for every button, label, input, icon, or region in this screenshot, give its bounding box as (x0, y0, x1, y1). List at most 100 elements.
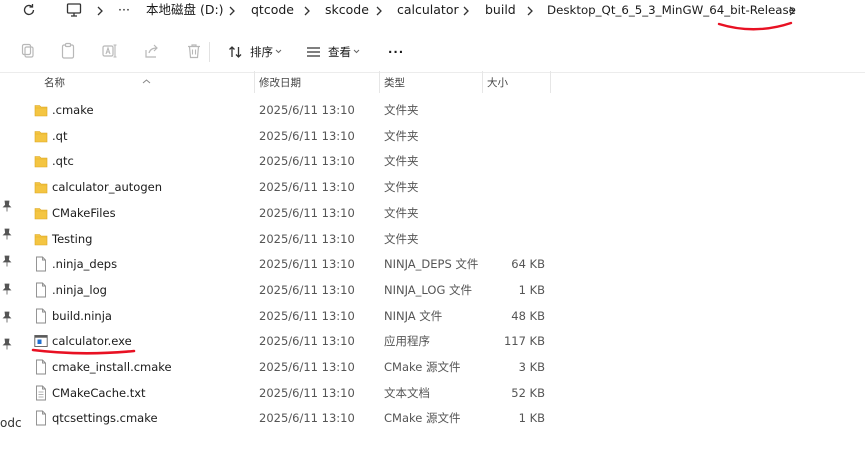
file-name: cmake_install.cmake (52, 360, 172, 374)
chevron-down-icon (275, 49, 282, 54)
red-annotation-underline (717, 21, 793, 31)
file-type: 文件夹 (384, 128, 419, 143)
file-modified-date: 2025/6/11 13:10 (259, 308, 355, 323)
file-row[interactable]: .qtc 2025/6/11 13:10 文件夹 (26, 149, 551, 174)
breadcrumb-chevron-icon[interactable] (526, 3, 534, 17)
column-header-name[interactable]: 名称 (44, 76, 65, 90)
file-size: 1 KB (518, 282, 545, 297)
file-modified-date: 2025/6/11 13:10 (259, 154, 355, 169)
folder-icon (34, 128, 48, 144)
file-name: .cmake (52, 103, 94, 117)
refresh-icon[interactable] (22, 3, 36, 21)
file-type: 应用程序 (384, 334, 430, 349)
column-divider[interactable] (254, 71, 255, 93)
file-row[interactable]: CMakeFiles 2025/6/11 13:10 文件夹 (26, 201, 551, 226)
file-size: 117 KB (503, 334, 545, 349)
file-icon (34, 359, 48, 375)
file-row[interactable]: CMakeCache.txt 2025/6/11 13:10 文本文档 52 KB (26, 381, 551, 406)
file-name: .ninja_deps (52, 257, 118, 272)
sort-icon (229, 46, 242, 58)
breadcrumb-drive-d[interactable]: 本地磁盘 (D:) (146, 2, 224, 18)
file-size: 52 KB (511, 385, 545, 400)
breadcrumb-current-folder[interactable]: Desktop_Qt_6_5_3_MinGW_64_bit-Release (547, 2, 796, 18)
file-row[interactable]: Testing 2025/6/11 13:10 文件夹 (26, 227, 551, 252)
address-bar[interactable]: ··· 本地磁盘 (D:) qtcode skcode calculator b… (0, 0, 865, 31)
pin-icon[interactable] (2, 197, 12, 212)
more-options-button[interactable]: ··· (388, 42, 404, 62)
sort-label: 排序 (250, 45, 273, 59)
pin-icon[interactable] (2, 252, 12, 267)
delete-icon[interactable] (185, 42, 203, 60)
file-row[interactable]: .cmake 2025/6/11 13:10 文件夹 (26, 98, 551, 123)
nav-pane-item-label[interactable]: odc (0, 416, 22, 430)
column-header-size[interactable]: 大小 (487, 76, 508, 90)
file-row[interactable]: .ninja_log 2025/6/11 13:10 NINJA_LOG 文件 1 K… (26, 278, 551, 303)
toolbar-separator (209, 42, 210, 62)
breadcrumb-chevron-icon[interactable] (303, 3, 311, 17)
file-row[interactable]: build.ninja 2025/6/11 13:10 NINJA 文件 48 KB (26, 304, 551, 329)
breadcrumb-chevron-icon[interactable] (462, 3, 470, 17)
breadcrumb-chevron-icon[interactable] (228, 3, 236, 17)
copy-icon[interactable] (19, 42, 37, 60)
file-row[interactable]: .qt 2025/6/11 13:10 文件夹 (26, 124, 551, 149)
file-modified-date: 2025/6/11 13:10 (259, 360, 355, 374)
file-type: 文件夹 (384, 205, 419, 220)
breadcrumb-chevron-icon[interactable] (375, 3, 383, 17)
file-name: Testing (52, 231, 93, 246)
breadcrumb-skcode[interactable]: skcode (325, 2, 369, 18)
file-name: CMakeCache.txt (52, 385, 146, 400)
file-type: CMake 源文件 (384, 360, 461, 374)
pin-icon[interactable] (2, 335, 12, 350)
column-header-type[interactable]: 类型 (384, 76, 405, 90)
rename-icon[interactable] (101, 42, 119, 60)
column-divider[interactable] (379, 71, 380, 93)
file-icon (34, 410, 48, 426)
pin-icon[interactable] (2, 308, 12, 323)
breadcrumb-chevron-icon[interactable] (788, 3, 796, 17)
file-type: 文件夹 (384, 231, 419, 246)
file-name: CMakeFiles (52, 205, 116, 220)
folder-icon (34, 179, 48, 195)
folder-icon (34, 102, 48, 118)
monitor-icon[interactable] (66, 3, 82, 21)
file-name: .ninja_log (52, 282, 107, 297)
breadcrumb-ellipsis[interactable]: ··· (118, 2, 130, 18)
file-type: NINJA_LOG 文件 (384, 282, 473, 297)
pin-icon[interactable] (2, 280, 12, 295)
file-row[interactable]: calculator_autogen 2025/6/11 13:10 文件夹 (26, 175, 551, 200)
file-modified-date: 2025/6/11 13:10 (259, 334, 355, 349)
folder-icon (34, 231, 48, 247)
breadcrumb-build[interactable]: build (485, 2, 516, 18)
view-icon (307, 47, 320, 57)
file-icon (34, 308, 48, 324)
red-annotation-underline (31, 348, 136, 355)
file-name: .qt (52, 128, 68, 143)
paste-icon[interactable] (59, 42, 77, 60)
column-divider[interactable] (482, 71, 483, 93)
file-row[interactable]: qtcsettings.cmake 2025/6/11 13:10 CMake 源文… (26, 406, 551, 431)
folder-icon (34, 205, 48, 221)
share-icon[interactable] (143, 42, 161, 60)
file-modified-date: 2025/6/11 13:10 (259, 257, 355, 272)
file-name: qtcsettings.cmake (52, 411, 158, 426)
file-type: NINJA_DEPS 文件 (384, 257, 479, 272)
column-header-date[interactable]: 修改日期 (259, 76, 301, 90)
file-modified-date: 2025/6/11 13:10 (259, 128, 355, 143)
breadcrumb-calculator[interactable]: calculator (397, 2, 459, 18)
pin-icon[interactable] (2, 225, 12, 240)
file-icon (34, 256, 48, 272)
file-row[interactable]: cmake_install.cmake 2025/6/11 13:10 CMake … (26, 355, 551, 380)
file-row[interactable]: .ninja_deps 2025/6/11 13:10 NINJA_DEPS 文件 6… (26, 252, 551, 277)
folder-icon (34, 153, 48, 169)
file-modified-date: 2025/6/11 13:10 (259, 385, 355, 400)
file-modified-date: 2025/6/11 13:10 (259, 205, 355, 220)
file-type: 文件夹 (384, 180, 419, 195)
file-icon (34, 282, 48, 298)
file-size: 1 KB (518, 411, 545, 426)
file-size: 48 KB (511, 308, 545, 323)
breadcrumb-qtcode[interactable]: qtcode (251, 2, 294, 18)
chevron-down-icon (353, 49, 360, 54)
column-divider[interactable] (550, 71, 551, 93)
file-name: build.ninja (52, 308, 112, 323)
breadcrumb-chevron-icon[interactable] (96, 3, 104, 17)
